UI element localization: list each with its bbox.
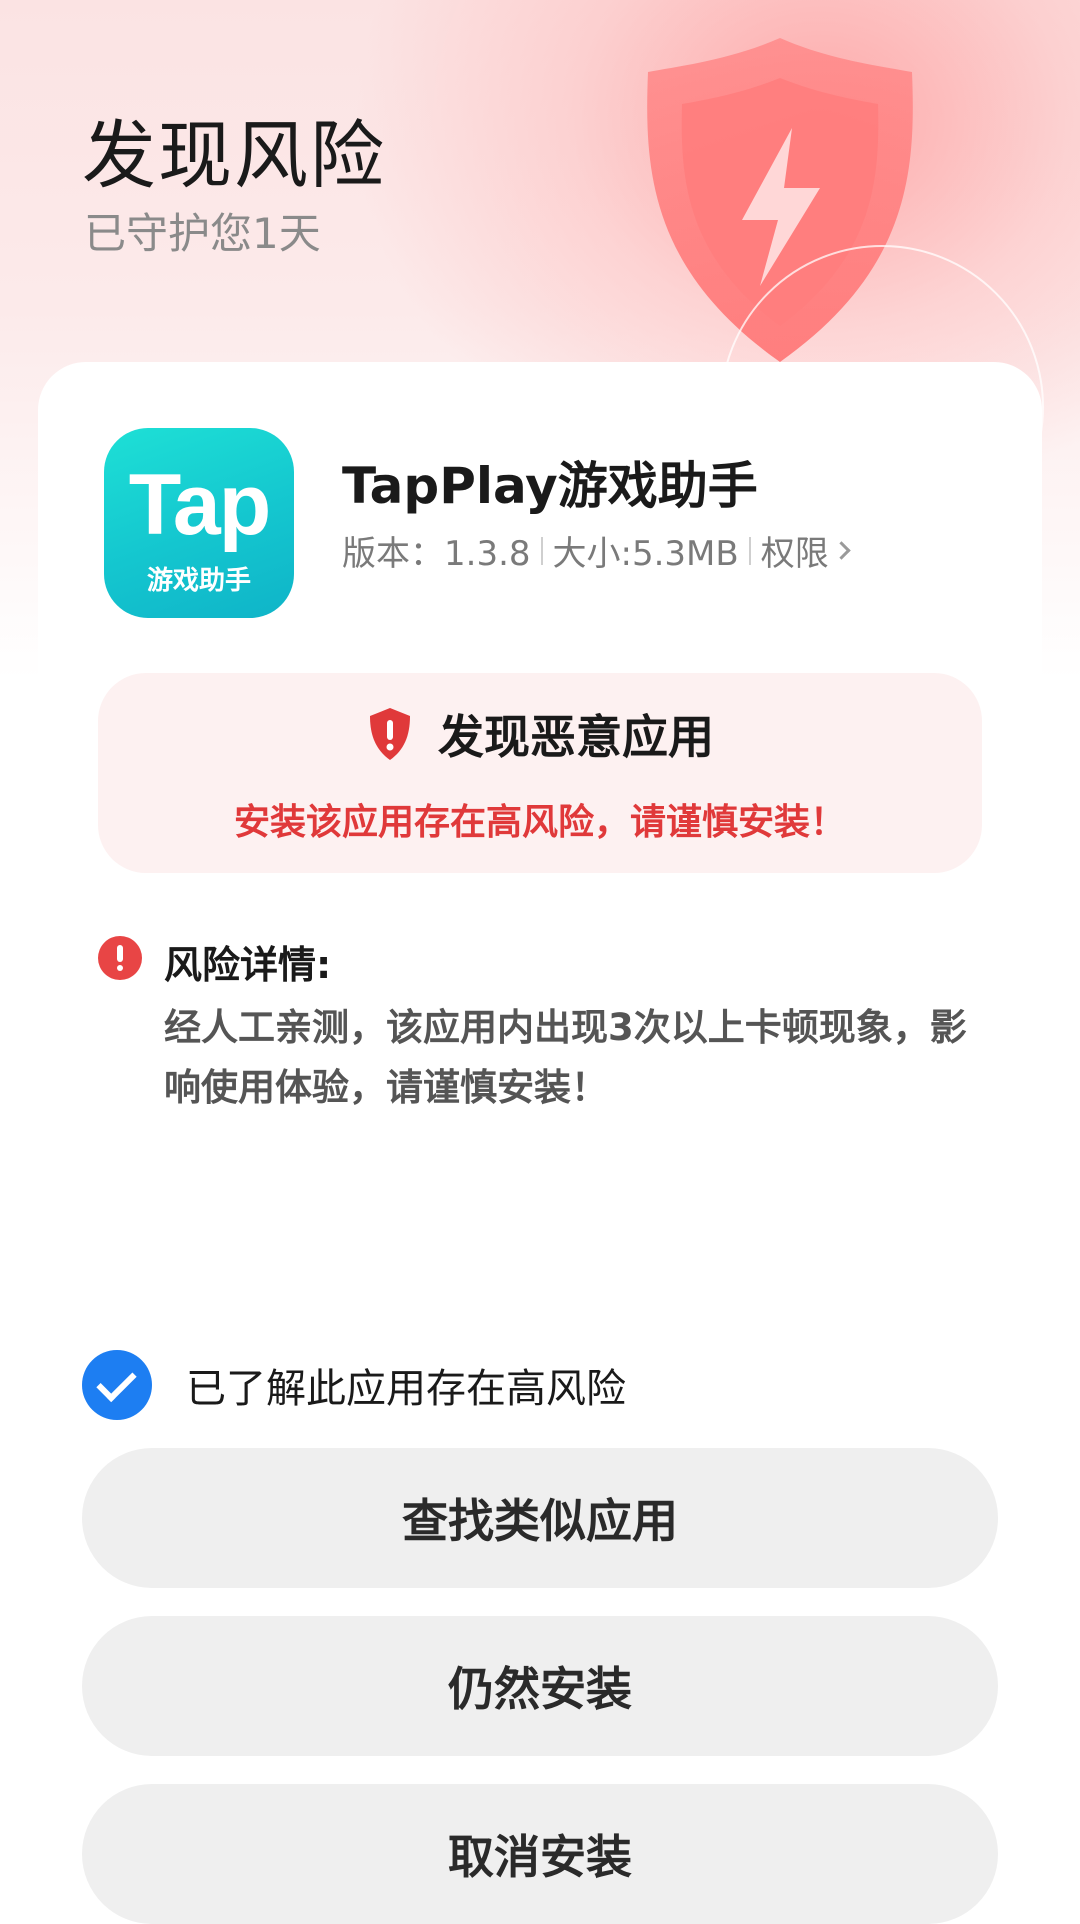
malicious-warning-box: 发现恶意应用 安装该应用存在高风险，请谨慎安装！ [98,673,982,873]
find-similar-button[interactable]: 查找类似应用 [82,1448,998,1588]
app-icon-text-small: 游戏助手 [146,566,251,596]
meta-divider [540,536,543,565]
warning-title: 发现恶意应用 [438,710,714,764]
permissions-link[interactable]: 权限 [760,526,851,575]
app-meta: 版本：1.3.8 大小:5.3MB 权限 [342,526,851,575]
install-anyway-button[interactable]: 仍然安装 [82,1616,998,1756]
app-icon-text-large: Tap [128,457,272,553]
acknowledge-checkbox[interactable]: 已了解此应用存在高风险 [82,1350,626,1420]
acknowledge-label: 已了解此应用存在高风险 [186,1366,626,1412]
checkmark-icon[interactable] [82,1350,152,1420]
warning-description: 安装该应用存在高风险，请谨慎安装！ [233,802,846,843]
info-alert-icon [98,936,142,980]
app-size: 大小:5.3MB [552,534,739,574]
risk-detail-text: 经人工亲测，该应用内出现3次以上卡顿现象，影响使用体验，请谨慎安装！ [164,1006,967,1109]
cancel-install-button[interactable]: 取消安装 [82,1784,998,1924]
chevron-right-icon [832,541,851,560]
app-icon: Tap 游戏助手 [104,428,294,618]
meta-divider [748,536,751,565]
page-title: 发现风险 [82,113,386,199]
permissions-label: 权限 [760,534,829,574]
app-name: TapPlay游戏助手 [342,457,758,515]
risk-detail-title: 风险详情: [164,943,332,987]
page-subtitle: 已守护您1天 [84,209,321,258]
warning-header: 发现恶意应用 [98,701,982,767]
shield-alert-icon [370,708,410,760]
app-version: 版本：1.3.8 [342,534,531,574]
